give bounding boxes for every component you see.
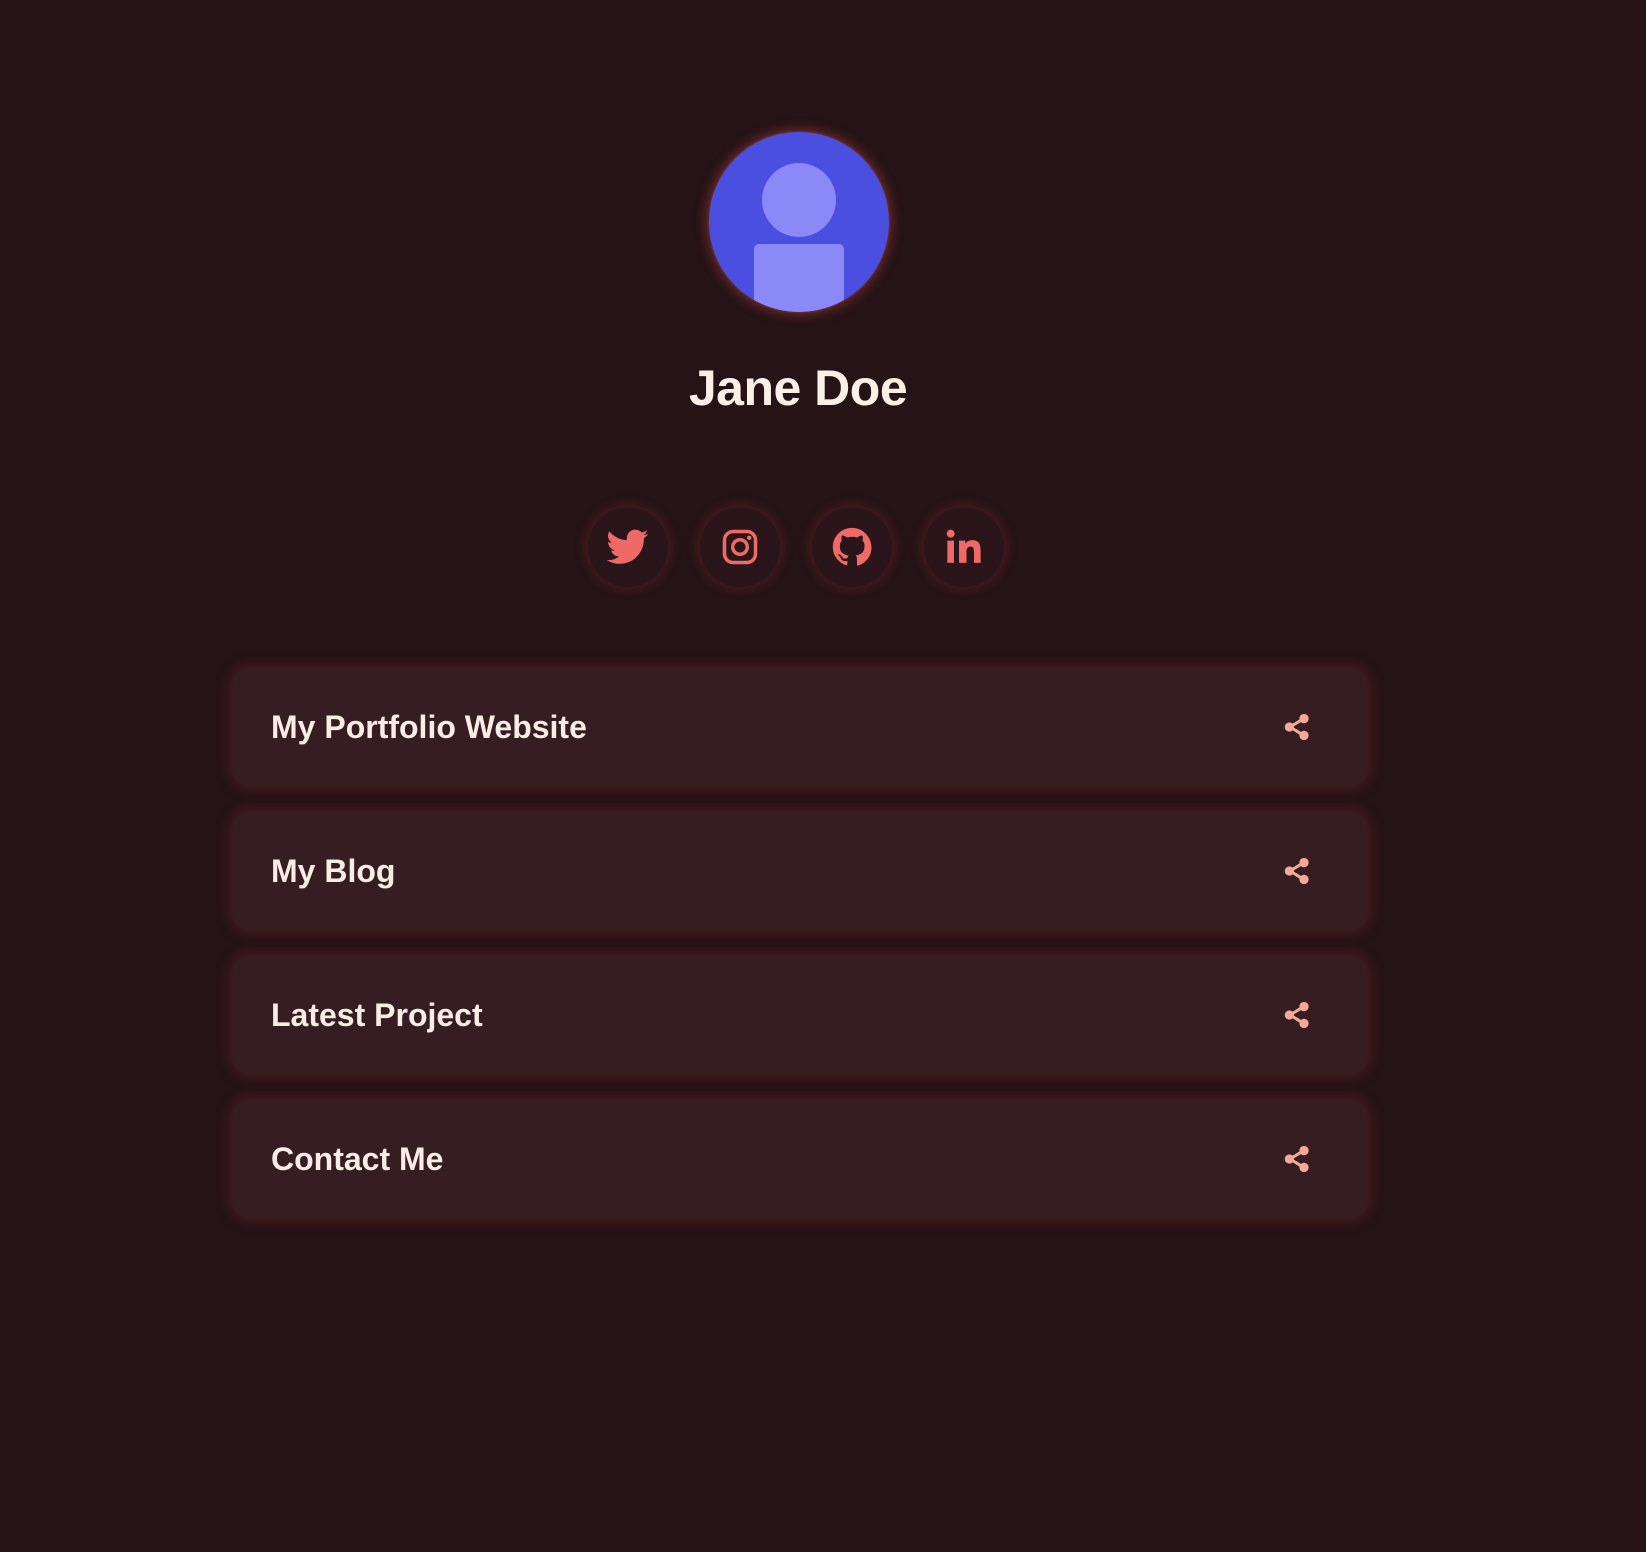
link-card-latest-project[interactable]: Latest Project bbox=[232, 956, 1368, 1074]
github-icon bbox=[832, 527, 872, 567]
share-icon[interactable] bbox=[1283, 857, 1311, 885]
twitter-icon bbox=[607, 529, 649, 565]
github-button[interactable] bbox=[812, 507, 892, 587]
link-card-portfolio[interactable]: My Portfolio Website bbox=[232, 668, 1368, 786]
link-label: My Portfolio Website bbox=[271, 709, 587, 745]
linkedin-icon bbox=[944, 527, 984, 567]
link-label: Latest Project bbox=[271, 997, 483, 1033]
profile-page: Jane Doe My Portfolio Website My Blog La… bbox=[0, 0, 1646, 1552]
link-card-contact[interactable]: Contact Me bbox=[232, 1100, 1368, 1218]
avatar bbox=[709, 132, 889, 312]
instagram-icon bbox=[721, 528, 759, 566]
link-label: My Blog bbox=[271, 853, 396, 889]
instagram-button[interactable] bbox=[700, 507, 780, 587]
avatar-head bbox=[762, 163, 836, 237]
share-icon[interactable] bbox=[1283, 1001, 1311, 1029]
share-icon[interactable] bbox=[1283, 713, 1311, 741]
linkedin-button[interactable] bbox=[924, 507, 1004, 587]
link-card-blog[interactable]: My Blog bbox=[232, 812, 1368, 930]
avatar-body bbox=[754, 244, 844, 312]
twitter-button[interactable] bbox=[588, 507, 668, 587]
share-icon[interactable] bbox=[1283, 1145, 1311, 1173]
link-label: Contact Me bbox=[271, 1141, 444, 1177]
profile-name: Jane Doe bbox=[688, 360, 908, 416]
